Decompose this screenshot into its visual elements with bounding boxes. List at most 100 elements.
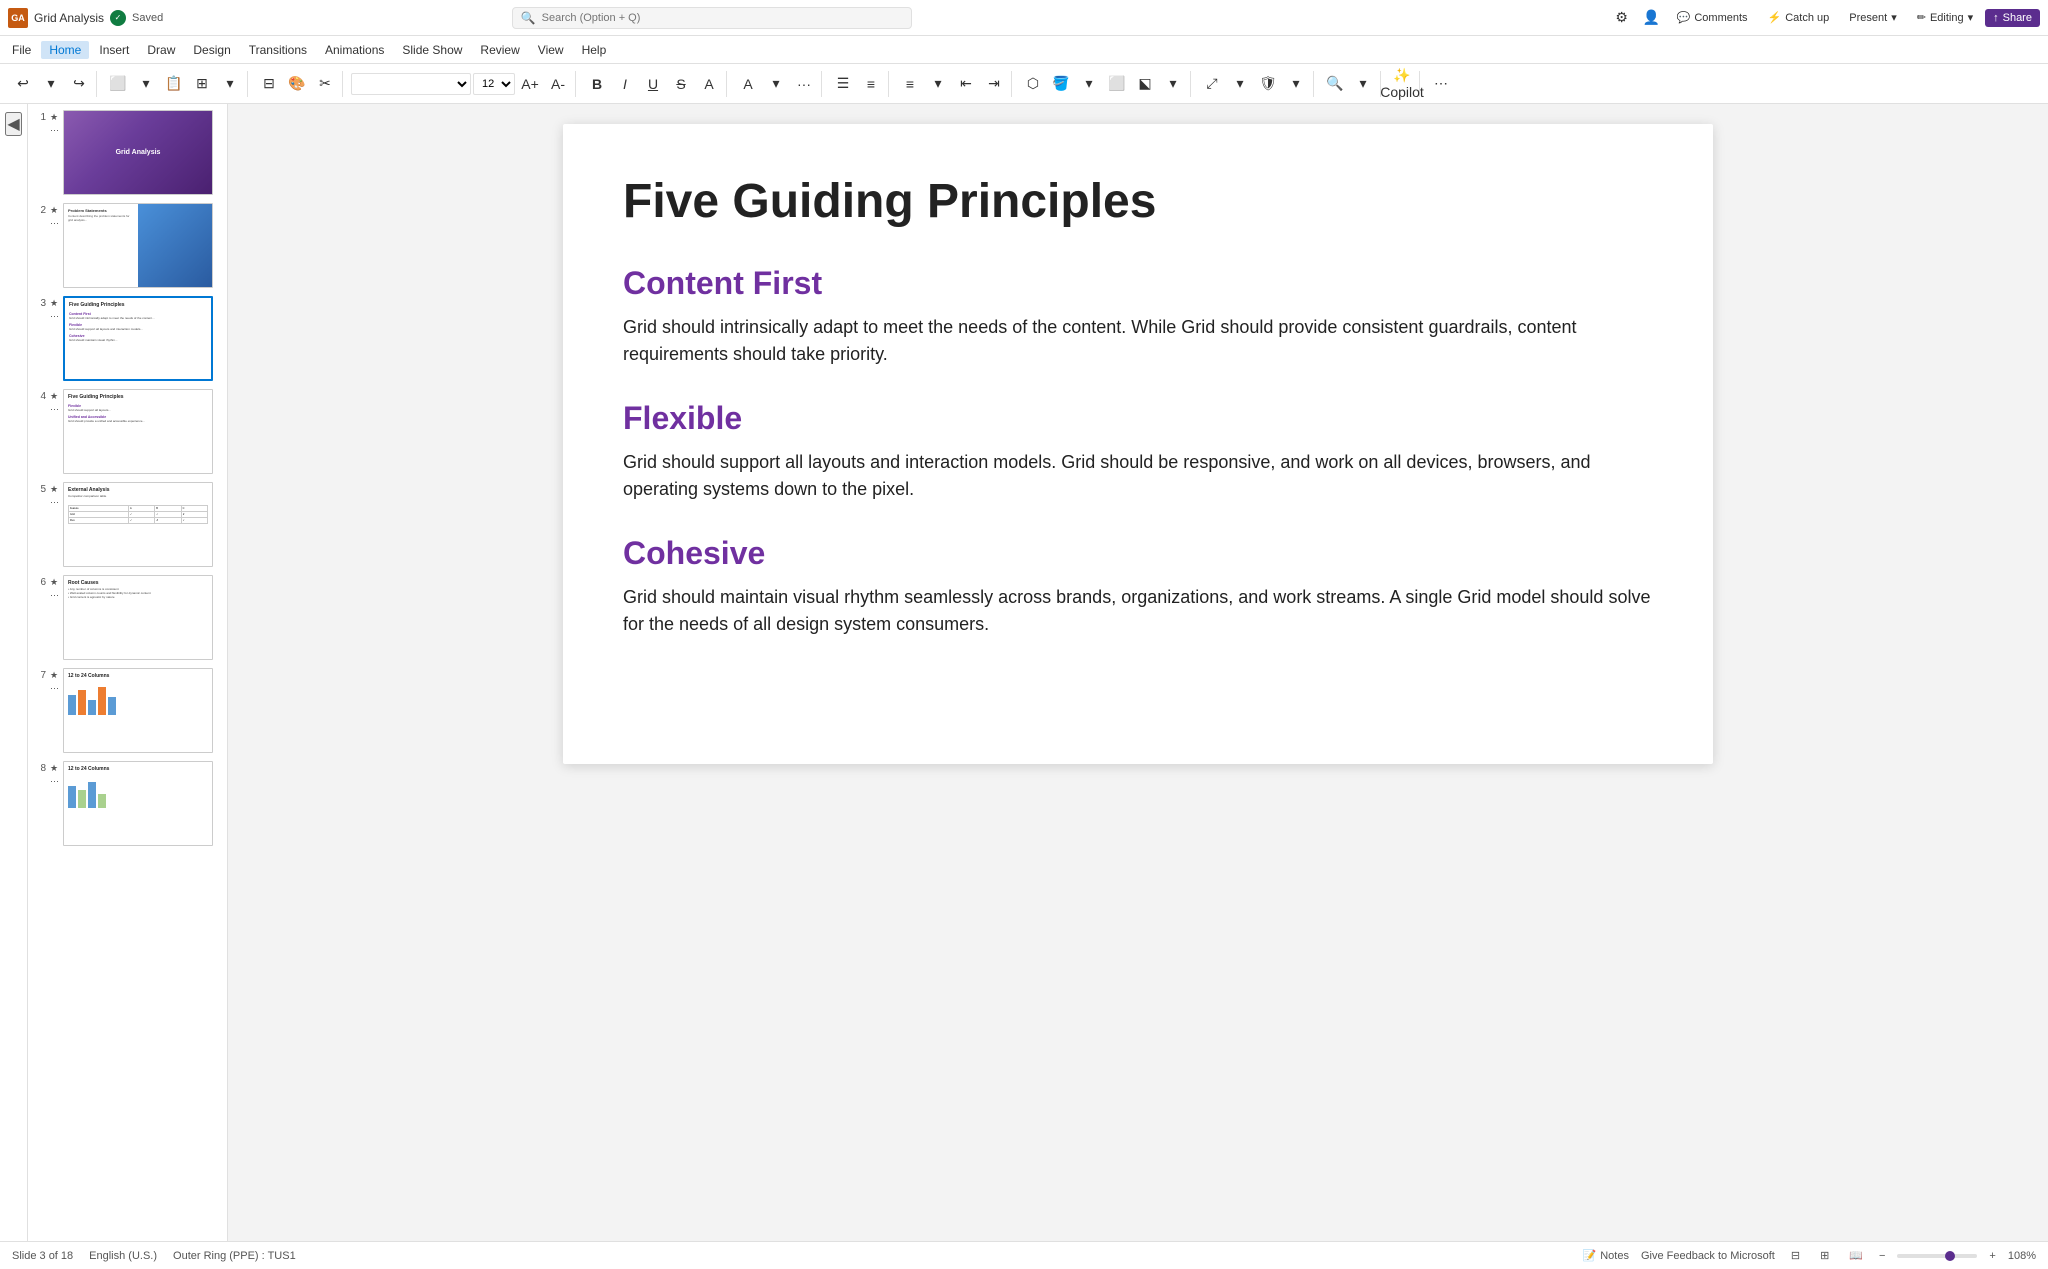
undo-button[interactable]: ↩ <box>10 71 36 97</box>
menu-draw[interactable]: Draw <box>139 41 183 59</box>
font-color-button[interactable]: A <box>735 71 761 97</box>
slide-thumbnail[interactable]: Grid Analysis <box>63 110 213 195</box>
underline-button[interactable]: U <box>640 71 666 97</box>
copy-button[interactable]: ⬜ <box>105 71 131 97</box>
search-bar[interactable]: 🔍 <box>512 7 912 29</box>
menu-help[interactable]: Help <box>574 41 615 59</box>
indent-decrease-button[interactable]: ⇤ <box>953 71 979 97</box>
sensitivity-dropdown[interactable]: ▾ <box>1283 71 1309 97</box>
paste-button[interactable]: 📋 <box>161 71 187 97</box>
slide-thumbnail[interactable]: 12 to 24 Columns <box>63 668 213 753</box>
slide-item[interactable]: 7 ★ ⋯ 12 to 24 Columns <box>32 666 223 755</box>
design-button[interactable]: 🎨 <box>284 71 310 97</box>
slide-thumbnail[interactable]: Root Causes • Any number of columns is c… <box>63 575 213 660</box>
menu-view[interactable]: View <box>530 41 572 59</box>
slide-item[interactable]: 2 ★ ⋯ Problem Statements Content describ… <box>32 201 223 290</box>
slide-item-active[interactable]: 3 ★ ⋯ Five Guiding Principles Content Fi… <box>32 294 223 383</box>
zoom-level[interactable]: 108% <box>2008 1250 2036 1262</box>
shape-fill-dropdown[interactable]: ▾ <box>1076 71 1102 97</box>
star-icon: ★ <box>50 670 59 681</box>
slide-controls: ★ ⋯ <box>50 482 59 508</box>
slide-item[interactable]: 6 ★ ⋯ Root Causes • Any number of column… <box>32 573 223 662</box>
decrease-font-button[interactable]: A- <box>545 71 571 97</box>
normal-view-button[interactable]: ⊟ <box>1787 1247 1804 1264</box>
text-shadow-button[interactable]: A <box>696 71 722 97</box>
slide-item[interactable]: 5 ★ ⋯ External Analysis Competitor compa… <box>32 480 223 569</box>
share-button[interactable]: ↑ Share <box>1985 9 2040 27</box>
comments-button[interactable]: 💬 Comments <box>1669 8 1756 27</box>
notes-button[interactable]: 📝 Notes <box>1583 1249 1629 1262</box>
principle-heading-2: Flexible <box>623 400 1653 437</box>
menu-review[interactable]: Review <box>472 41 527 59</box>
align-dropdown[interactable]: ▾ <box>925 71 951 97</box>
menu-design[interactable]: Design <box>185 41 238 59</box>
menu-file[interactable]: File <box>4 41 39 59</box>
zoom-button[interactable]: 🔍 <box>1322 71 1348 97</box>
catch-up-button[interactable]: ⚡ Catch up <box>1760 8 1838 27</box>
shape-outline-button[interactable]: ⬜ <box>1104 71 1130 97</box>
numbered-list-button[interactable]: ≡ <box>858 71 884 97</box>
zoom-slider[interactable] <box>1897 1254 1977 1258</box>
align-button[interactable]: ≡ <box>897 71 923 97</box>
editing-button[interactable]: ✏ Editing ▾ <box>1909 8 1981 27</box>
panel-toggle: ◀ <box>0 104 28 1241</box>
more-options-button[interactable]: ··· <box>791 71 817 97</box>
reading-view-button[interactable]: 📖 <box>1845 1247 1867 1264</box>
slide-thumbnail[interactable]: Problem Statements Content describing th… <box>63 203 213 288</box>
settings-button[interactable]: ⚙ <box>1609 5 1635 31</box>
font-size-select[interactable]: 12 <box>473 73 515 95</box>
arrange-dropdown[interactable]: ▾ <box>1160 71 1186 97</box>
new-slide-button[interactable]: ⊞ <box>189 71 215 97</box>
slide-sorter-button[interactable]: ⊞ <box>1816 1247 1833 1264</box>
bullet-list-button[interactable]: ☰ <box>830 71 856 97</box>
slide-canvas[interactable]: Five Guiding Principles Content First Gr… <box>563 124 1713 764</box>
crop-button[interactable]: ✂ <box>312 71 338 97</box>
menu-home[interactable]: Home <box>41 41 89 59</box>
toolbar-format-group: B I U S A <box>580 71 727 97</box>
increase-font-button[interactable]: A+ <box>517 71 543 97</box>
bold-button[interactable]: B <box>584 71 610 97</box>
toggle-panel-button[interactable]: ◀ <box>5 112 21 136</box>
layout-button[interactable]: ⊟ <box>256 71 282 97</box>
sensitivity-button[interactable]: 🛡 <box>1255 71 1281 97</box>
account-button[interactable]: 👤 <box>1639 5 1665 31</box>
font-family-select[interactable] <box>351 73 471 95</box>
zoom-increase-icon[interactable]: + <box>1989 1250 1995 1262</box>
font-color-dropdown[interactable]: ▾ <box>763 71 789 97</box>
slide-item[interactable]: 8 ★ ⋯ 12 to 24 Columns <box>32 759 223 848</box>
menu-insert[interactable]: Insert <box>91 41 137 59</box>
slide-controls: ★ ⋯ <box>50 389 59 415</box>
slide-thumbnail[interactable]: External Analysis Competitor comparison … <box>63 482 213 567</box>
slide-thumbnail[interactable]: 12 to 24 Columns <box>63 761 213 846</box>
italic-button[interactable]: I <box>612 71 638 97</box>
search-input[interactable] <box>542 12 903 24</box>
indent-increase-button[interactable]: ⇥ <box>981 71 1007 97</box>
more-tools-button[interactable]: ⋯ <box>1428 71 1454 97</box>
shape-fill-button[interactable]: 🪣 <box>1048 71 1074 97</box>
zoom-dropdown[interactable]: ▾ <box>1350 71 1376 97</box>
zoom-thumb[interactable] <box>1945 1251 1955 1261</box>
slide-thumbnail[interactable]: Five Guiding Principles Flexible Grid sh… <box>63 389 213 474</box>
zoom-decrease-icon[interactable]: − <box>1879 1250 1885 1262</box>
star-icon: ★ <box>50 577 59 588</box>
present-button[interactable]: Present ▾ <box>1841 8 1904 27</box>
select-dropdown[interactable]: ▾ <box>1227 71 1253 97</box>
feedback-link[interactable]: Give Feedback to Microsoft <box>1641 1250 1775 1262</box>
slide-item[interactable]: 1 ★ ⋯ Grid Analysis <box>32 108 223 197</box>
shapes-button[interactable]: ⬡ <box>1020 71 1046 97</box>
strikethrough-button[interactable]: S <box>668 71 694 97</box>
clipboard-dropdown[interactable]: ▾ <box>133 71 159 97</box>
arrange-button[interactable]: ⬕ <box>1132 71 1158 97</box>
toolbar: ↩ ▾ ↪ ⬜ ▾ 📋 ⊞ ▾ ⊟ 🎨 ✂ 12 A+ A- B I U S A… <box>0 64 2048 104</box>
slide-thumbnail[interactable]: Five Guiding Principles Content First Gr… <box>63 296 213 381</box>
select-button[interactable]: ⤢ <box>1199 71 1225 97</box>
menu-slideshow[interactable]: Slide Show <box>394 41 470 59</box>
new-slide-dropdown[interactable]: ▾ <box>217 71 243 97</box>
menu-transitions[interactable]: Transitions <box>241 41 315 59</box>
slides-panel[interactable]: 1 ★ ⋯ Grid Analysis 2 ★ ⋯ Problem Statem… <box>28 104 228 1241</box>
slide-item[interactable]: 4 ★ ⋯ Five Guiding Principles Flexible G… <box>32 387 223 476</box>
undo-dropdown-button[interactable]: ▾ <box>38 71 64 97</box>
menu-animations[interactable]: Animations <box>317 41 392 59</box>
copilot-button[interactable]: ✨ Copilot <box>1389 71 1415 97</box>
redo-button[interactable]: ↪ <box>66 71 92 97</box>
